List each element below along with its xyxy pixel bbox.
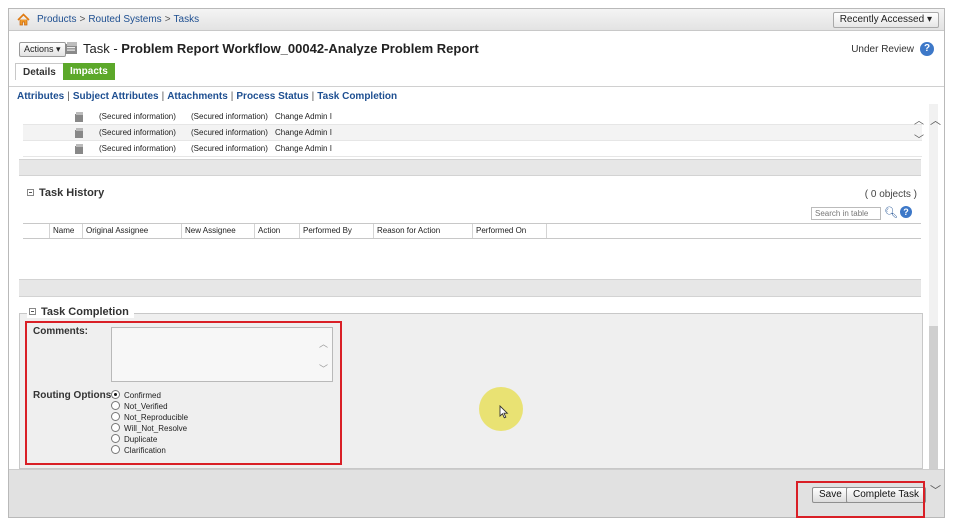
page-title: Task - Problem Report Workflow_00042-Ana… <box>83 41 479 56</box>
page-scrollbar-thumb[interactable] <box>929 326 938 476</box>
table-row[interactable]: (Secured information) (Secured informati… <box>23 125 922 141</box>
column-header[interactable]: Performed By <box>299 224 352 238</box>
column-divider <box>546 224 550 238</box>
page-title-name: Problem Report Workflow_00042-Analyze Pr… <box>121 41 479 56</box>
recently-accessed-label: Recently Accessed <box>839 14 925 25</box>
chevron-down-icon[interactable]: ﹀ <box>914 131 924 146</box>
breadcrumb-bar: Products > Routed Systems > Tasks Recently A… <box>9 9 944 31</box>
collapse-icon[interactable] <box>29 308 36 315</box>
task-history-header: Name Original Assignee New Assignee Acti… <box>23 223 921 239</box>
tab-details[interactable]: Details <box>15 63 64 80</box>
task-icon <box>75 112 83 122</box>
breadcrumb-products[interactable]: Products <box>37 14 76 25</box>
chevron-up-icon[interactable]: ︿ <box>930 112 941 128</box>
page-title-prefix: Task - <box>83 41 122 56</box>
help-icon[interactable]: ? <box>900 206 912 218</box>
table-row[interactable]: (Secured information) (Secured informati… <box>23 109 922 125</box>
actions-label: Actions <box>24 44 54 54</box>
table-cell: (Secured information) <box>99 128 176 137</box>
page-header: Actions ▾ Task - Problem Report Workflow… <box>9 32 944 87</box>
table-cell: (Secured information) <box>191 144 268 153</box>
mouse-pointer-icon <box>499 405 509 419</box>
link-subject-attributes[interactable]: Subject Attributes <box>73 91 159 102</box>
link-attachments[interactable]: Attachments <box>167 91 228 102</box>
table-footer <box>19 159 921 176</box>
column-header[interactable]: Action <box>254 224 280 238</box>
recently-accessed-button[interactable]: Recently Accessed ▾ <box>832 12 939 28</box>
breadcrumb-separator: > <box>79 14 86 25</box>
table-cell: Change Admin I <box>275 112 332 121</box>
highlight-box <box>796 481 925 518</box>
help-icon[interactable]: ? <box>920 42 934 56</box>
chevron-down-icon: ▾ <box>56 44 61 54</box>
column-header[interactable]: Reason for Action <box>373 224 440 238</box>
breadcrumb: Products > Routed Systems > Tasks <box>37 14 199 25</box>
task-completion-label: Task Completion <box>41 306 129 318</box>
link-process-status[interactable]: Process Status <box>236 91 308 102</box>
breadcrumb-separator: > <box>164 14 171 25</box>
task-icon <box>65 42 77 54</box>
table-search-input[interactable]: Search in table <box>811 207 881 220</box>
object-count: ( 0 objects ) <box>864 189 917 200</box>
table-cell: (Secured information) <box>191 112 268 121</box>
table-cell: Change Admin I <box>275 144 332 153</box>
table-cell: (Secured information) <box>191 128 268 137</box>
tab-impacts[interactable]: Impacts <box>63 63 115 80</box>
table-row[interactable]: (Secured information) (Secured informati… <box>23 141 922 157</box>
task-icon <box>75 128 83 138</box>
highlight-box <box>25 321 342 465</box>
link-task-completion[interactable]: Task Completion <box>317 91 397 102</box>
task-history-label: Task History <box>39 187 105 199</box>
chevron-down-icon[interactable]: ﹀ <box>930 482 941 498</box>
task-history-title[interactable]: Task History <box>27 187 104 199</box>
column-header[interactable]: Name <box>49 224 74 238</box>
column-header[interactable]: New Assignee <box>181 224 236 238</box>
task-completion-title[interactable]: Task Completion <box>27 306 134 318</box>
table-cell: (Secured information) <box>99 112 176 121</box>
breadcrumb-tasks[interactable]: Tasks <box>174 14 200 25</box>
actions-button[interactable]: Actions ▾ <box>19 42 66 57</box>
table-cell: (Secured information) <box>99 144 176 153</box>
app-window: Products > Routed Systems > Tasks Recently A… <box>8 8 945 518</box>
chevron-up-icon[interactable]: ︿ <box>914 112 924 127</box>
collapse-icon[interactable] <box>27 189 34 196</box>
table-footer <box>19 279 921 297</box>
home-icon[interactable] <box>17 13 30 26</box>
task-history-body <box>23 239 921 279</box>
table-cell: Change Admin I <box>275 128 332 137</box>
breadcrumb-routed-systems[interactable]: Routed Systems <box>88 14 161 25</box>
workflow-status: Under Review <box>851 44 914 55</box>
chevron-down-icon: ▾ <box>926 14 932 25</box>
attributes-table: (Secured information) (Secured informati… <box>23 109 922 159</box>
section-links: Attributes | Subject Attributes | Attachment… <box>17 91 398 102</box>
column-header[interactable]: Performed On <box>472 224 526 238</box>
link-attributes[interactable]: Attributes <box>17 91 64 102</box>
column-header[interactable]: Original Assignee <box>82 224 148 238</box>
task-icon <box>75 144 83 154</box>
search-icon[interactable]: 🔍︎ <box>884 206 898 219</box>
